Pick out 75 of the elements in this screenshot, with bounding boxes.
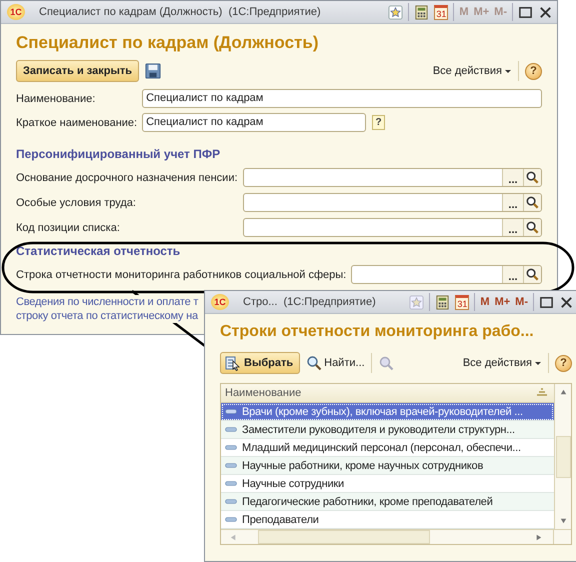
field-label: Код позиции списка: <box>16 222 121 234</box>
field-label: Наименование: <box>16 92 96 104</box>
choose-button[interactable]: Выбрать <box>220 352 300 374</box>
hint-icon[interactable]: ? <box>372 115 386 130</box>
caret-icon[interactable] <box>504 67 512 75</box>
info-text: строку отчета по статистическому на <box>16 309 198 323</box>
search-icon[interactable] <box>523 169 541 186</box>
scroll-up-icon[interactable] <box>558 388 568 397</box>
calculator-icon[interactable] <box>435 294 450 310</box>
star-icon[interactable] <box>409 294 424 310</box>
search-icon[interactable] <box>523 219 541 236</box>
form-heading: Строки отчетности мониторинга рабо... <box>220 322 535 342</box>
scroll-thumb[interactable] <box>556 436 570 478</box>
calendar-button[interactable]: 31 <box>434 4 448 20</box>
window-title: Специалист по кадрам (Должность) (1С:Предприятие) <box>39 6 321 18</box>
section-heading: Статистическая отчетность <box>16 244 182 258</box>
select-button[interactable]: ... <box>502 219 523 236</box>
maximize-icon[interactable] <box>518 4 533 20</box>
app-logo: 1С <box>211 294 229 310</box>
scroll-right-icon[interactable] <box>534 532 543 542</box>
search-icon[interactable] <box>523 194 541 211</box>
item-icon <box>225 498 237 504</box>
select-button[interactable]: ... <box>502 169 523 186</box>
choice-field[interactable]: ... <box>242 168 542 187</box>
save-icon[interactable] <box>145 63 162 79</box>
maximize-icon[interactable] <box>539 294 554 310</box>
short-name-field[interactable]: Специалист по кадрам <box>142 113 366 132</box>
item-icon <box>225 462 237 468</box>
field-label: Краткое наименование: <box>16 116 138 128</box>
memory-button[interactable]: M- <box>515 296 528 308</box>
list-row[interactable]: Научные работники, кроме научных сотрудников <box>221 457 554 475</box>
app-logo: 1С <box>7 4 25 20</box>
help-button[interactable]: ? <box>555 354 572 372</box>
name-field[interactable]: Специалист по кадрам <box>142 89 542 108</box>
choice-field[interactable]: ... <box>242 193 542 212</box>
section-heading: Персонифицированный учет ПФР <box>16 147 222 161</box>
close-icon[interactable] <box>559 294 574 310</box>
field-label: Особые условия труда: <box>16 196 137 208</box>
list-icon <box>225 355 241 371</box>
find-button[interactable]: Найти... <box>306 355 365 371</box>
item-icon <box>225 516 237 522</box>
list-row[interactable]: Врачи (кроме зубных), включая врачей-руководителей ... <box>221 403 554 421</box>
item-icon <box>225 444 237 450</box>
horizontal-scrollbar[interactable] <box>221 529 571 544</box>
field-label: Строка отчетности мониторинга работников социальной сферы: <box>16 268 346 280</box>
save-and-close-button[interactable]: Записать и закрыть <box>16 60 140 82</box>
help-button[interactable]: ? <box>525 62 542 80</box>
calculator-icon[interactable] <box>414 4 430 20</box>
form-heading: Специалист по кадрам (Должность) <box>16 33 320 53</box>
caret-icon[interactable] <box>534 359 542 367</box>
select-button[interactable]: ... <box>502 194 523 211</box>
select-button[interactable]: ... <box>502 266 523 283</box>
star-icon[interactable] <box>388 4 404 20</box>
all-actions-menu[interactable]: Все действия <box>432 65 502 77</box>
all-actions-menu[interactable]: Все действия <box>462 357 532 369</box>
scroll-down-icon[interactable] <box>558 516 568 525</box>
vertical-scrollbar[interactable] <box>554 384 571 529</box>
item-icon <box>225 408 237 414</box>
field-label: Основание досрочного назначения пенсии: <box>16 172 238 184</box>
choice-field[interactable]: ... <box>351 265 542 284</box>
search-icon[interactable] <box>523 266 541 283</box>
calendar-button[interactable]: 31 <box>455 294 470 310</box>
search-icon <box>306 355 322 371</box>
memory-button[interactable]: M+ <box>494 296 510 308</box>
scroll-thumb[interactable] <box>258 530 430 544</box>
close-icon[interactable] <box>538 4 553 20</box>
window-title: Стро... (1С:Предприятие) <box>243 296 376 308</box>
item-icon <box>225 480 237 486</box>
item-icon <box>225 426 237 432</box>
choice-field[interactable]: ... <box>242 218 542 237</box>
list-row[interactable]: Педагогические работники, кроме преподавателей <box>221 493 554 511</box>
memory-button[interactable]: M <box>480 296 490 308</box>
list-row[interactable]: Заместители руководителя и руководители структурн... <box>221 421 554 439</box>
column-header[interactable]: Наименование <box>221 384 554 403</box>
info-text: Сведения по численности и оплате т <box>16 295 198 309</box>
